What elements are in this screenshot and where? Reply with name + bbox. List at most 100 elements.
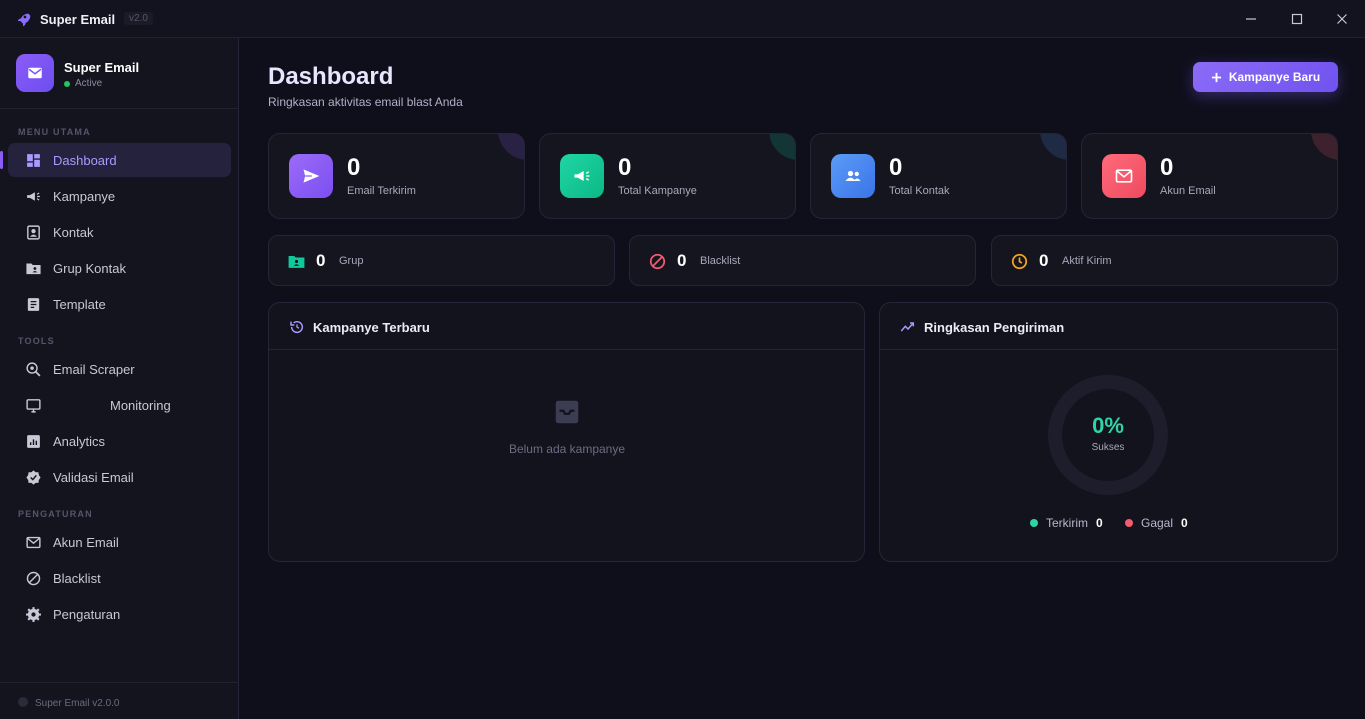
mini-stat-value: 0 bbox=[677, 251, 687, 270]
folder-user-icon bbox=[288, 255, 305, 268]
folder-user-icon bbox=[26, 263, 41, 275]
megaphone-icon bbox=[574, 171, 590, 181]
stat-icon-box bbox=[831, 154, 875, 198]
legend-terkirim: Terkirim 0 bbox=[1030, 516, 1103, 530]
analytics-icon bbox=[27, 435, 40, 448]
sidebar-item-monitoring[interactable]: Monitoring bbox=[8, 388, 231, 422]
mini-stat-label: Grup bbox=[339, 255, 364, 267]
app-title: Super Email bbox=[40, 12, 116, 27]
stat-value: 0 bbox=[889, 154, 903, 181]
mini-stat-grup: 0 Grup bbox=[268, 235, 615, 286]
stat-value: 0 bbox=[618, 154, 632, 181]
clock-icon bbox=[1011, 253, 1028, 270]
sidebar-item-label: Validasi Email bbox=[53, 470, 134, 485]
legend-gagal: Gagal 0 bbox=[1125, 516, 1188, 530]
gear-icon bbox=[26, 607, 41, 622]
close-button[interactable] bbox=[1319, 0, 1365, 38]
send-icon bbox=[303, 169, 320, 183]
stat-card-email-terkirim: 0 Email Terkirim bbox=[268, 133, 525, 219]
brand-name: Super Email bbox=[64, 60, 140, 75]
mini-stat-value: 0 bbox=[316, 251, 326, 270]
legend-value: 0 bbox=[1096, 516, 1103, 530]
panel-title: Kampanye Terbaru bbox=[313, 320, 430, 335]
stat-icon-box bbox=[1102, 154, 1146, 198]
sidebar-brand: Super Email Active bbox=[16, 54, 226, 94]
page-title: Dashboard bbox=[268, 63, 394, 90]
sidebar-item-kontak[interactable]: Kontak bbox=[8, 215, 231, 249]
app-version-badge: v2.0 bbox=[124, 12, 153, 25]
sidebar-item-template[interactable]: Template bbox=[8, 287, 231, 321]
empty-state-text: Belum ada kampanye bbox=[508, 442, 626, 456]
rocket-icon bbox=[17, 13, 31, 27]
legend-dot bbox=[1030, 519, 1038, 527]
sidebar-item-kampanye[interactable]: Kampanye bbox=[8, 179, 231, 213]
sidebar-item-validasi-email[interactable]: Validasi Email bbox=[8, 460, 231, 494]
sidebar-item-pengaturan[interactable]: Pengaturan bbox=[8, 597, 231, 631]
megaphone-icon bbox=[27, 192, 40, 201]
brand-status: Active bbox=[64, 78, 102, 89]
footer-dot-icon bbox=[18, 697, 28, 707]
sidebar-item-label: Email Scraper bbox=[53, 362, 135, 377]
maximize-button[interactable] bbox=[1274, 0, 1320, 38]
section-label-main: MENU UTAMA bbox=[18, 127, 91, 137]
mail-icon bbox=[1115, 169, 1133, 183]
stat-value: 0 bbox=[1160, 154, 1174, 181]
sidebar-item-label: Kontak bbox=[53, 225, 94, 240]
legend-label: Gagal bbox=[1141, 516, 1174, 530]
stat-value: 0 bbox=[347, 154, 361, 181]
legend-value: 0 bbox=[1181, 516, 1188, 530]
mail-icon bbox=[28, 67, 42, 79]
success-percent-label: Sukses bbox=[1091, 442, 1125, 453]
sidebar-footer: Super Email v2.0.0 bbox=[0, 682, 238, 719]
stat-icon-box bbox=[289, 154, 333, 198]
stat-label: Akun Email bbox=[1160, 185, 1216, 197]
sidebar-item-label: Kampanye bbox=[53, 189, 116, 204]
dashboard-icon bbox=[27, 154, 40, 167]
card-decoration bbox=[1040, 134, 1066, 160]
new-campaign-button[interactable]: Kampanye Baru bbox=[1193, 62, 1338, 92]
document-icon bbox=[27, 298, 40, 311]
sidebar-item-dashboard[interactable]: Dashboard bbox=[0, 143, 231, 177]
monitor-icon bbox=[26, 399, 41, 413]
page-subtitle: Ringkasan aktivitas email blast Anda bbox=[268, 95, 463, 109]
minimize-button[interactable] bbox=[1228, 0, 1274, 38]
mini-stat-blacklist: 0 Blacklist bbox=[629, 235, 976, 286]
stat-card-total-kontak: 0 Total Kontak bbox=[810, 133, 1067, 219]
mini-stat-label: Blacklist bbox=[700, 255, 741, 267]
sidebar-item-blacklist[interactable]: Blacklist bbox=[8, 561, 231, 595]
new-campaign-label: Kampanye Baru bbox=[1228, 70, 1321, 84]
brand-logo bbox=[16, 54, 54, 92]
stat-icon-box bbox=[560, 154, 604, 198]
stat-card-total-kampanye: 0 Total Kampanye bbox=[539, 133, 796, 219]
sidebar: Super Email Active MENU UTAMA Dashboard … bbox=[0, 38, 239, 719]
verified-icon bbox=[26, 470, 41, 485]
divider bbox=[0, 108, 238, 109]
maximize-icon bbox=[1291, 13, 1303, 25]
recent-campaigns-panel: Kampanye Terbaru Belum ada kampanye bbox=[268, 302, 865, 562]
section-label-settings: PENGATURAN bbox=[18, 509, 93, 519]
sidebar-item-email-scraper[interactable]: Email Scraper bbox=[8, 352, 231, 386]
status-dot bbox=[64, 80, 70, 87]
stat-card-akun-email: 0 Akun Email bbox=[1081, 133, 1338, 219]
section-label-tools: TOOLS bbox=[18, 336, 55, 346]
panel-header: Ringkasan Pengiriman bbox=[880, 303, 1337, 350]
history-icon bbox=[290, 320, 304, 334]
brand-status-text: Active bbox=[75, 78, 103, 89]
sidebar-item-akun-email[interactable]: Akun Email bbox=[8, 525, 231, 559]
title-bar: Super Email v2.0 bbox=[0, 0, 1365, 38]
stat-label: Email Terkirim bbox=[347, 185, 416, 197]
legend-label: Terkirim bbox=[1046, 516, 1088, 530]
mini-stat-value: 0 bbox=[1039, 251, 1049, 270]
sidebar-item-analytics[interactable]: Analytics bbox=[8, 424, 231, 458]
card-decoration bbox=[769, 134, 795, 160]
close-icon bbox=[1337, 14, 1347, 24]
users-icon bbox=[845, 170, 861, 181]
panel-header: Kampanye Terbaru bbox=[269, 303, 864, 350]
sidebar-item-grup-kontak[interactable]: Grup Kontak bbox=[8, 251, 231, 285]
inbox-icon bbox=[555, 400, 579, 424]
card-decoration bbox=[1311, 134, 1337, 160]
card-decoration bbox=[498, 134, 524, 160]
sidebar-item-label: Pengaturan bbox=[53, 607, 121, 622]
main-content: Dashboard Ringkasan aktivitas email blas… bbox=[240, 38, 1365, 719]
block-icon bbox=[649, 253, 666, 270]
